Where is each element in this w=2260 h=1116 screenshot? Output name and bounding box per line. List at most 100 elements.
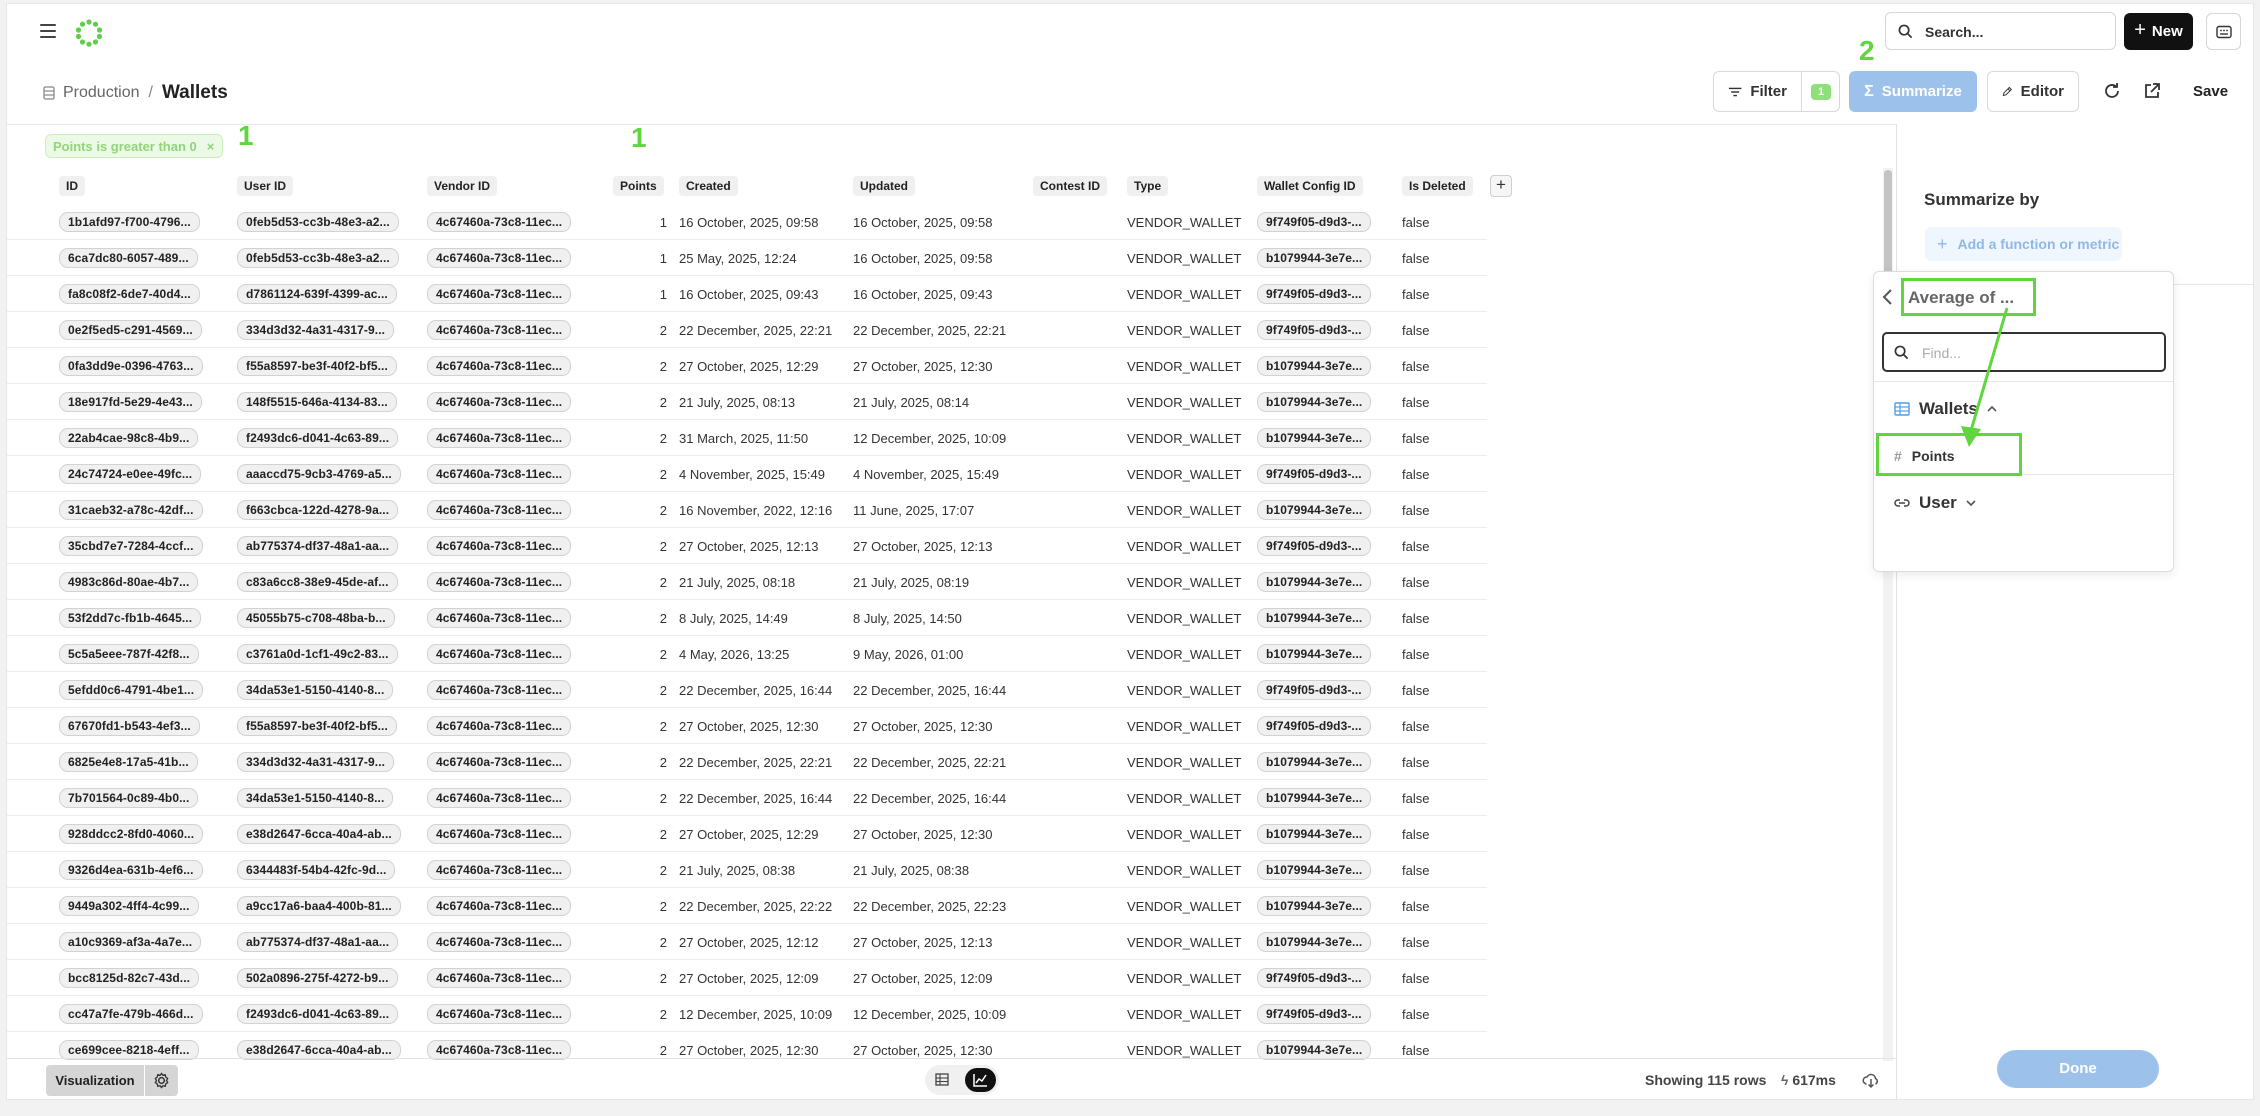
table-cell-id[interactable]: 35cbd7e7-7284-4ccf... xyxy=(59,528,219,564)
table-cell-vendor-id[interactable]: 4c67460a-73c8-11ec... xyxy=(427,780,587,816)
table-cell-user-id[interactable]: f55a8597-be3f-40f2-bf5... xyxy=(237,708,412,744)
table-cell-vendor-id[interactable]: 4c67460a-73c8-11ec... xyxy=(427,420,587,456)
cell-chip[interactable]: 4c67460a-73c8-11ec... xyxy=(427,284,572,304)
table-cell-vendor-id[interactable]: 4c67460a-73c8-11ec... xyxy=(427,852,587,888)
table-cell-user-id[interactable]: 6344483f-54b4-42fc-9d... xyxy=(237,852,412,888)
table-cell-id[interactable]: a10c9369-af3a-4a7e... xyxy=(59,924,219,960)
table-cell-wallet-config-id[interactable]: 9f749f05-d9d3-... xyxy=(1257,276,1392,312)
table-cell-user-id[interactable]: f55a8597-be3f-40f2-bf5... xyxy=(237,348,412,384)
cell-chip[interactable]: 6825e4e8-17a5-41b... xyxy=(59,752,198,772)
table-cell-vendor-id[interactable]: 4c67460a-73c8-11ec... xyxy=(427,312,587,348)
table-row[interactable]: 5c5a5eee-787f-42f8... c3761a0d-1cf1-49c2-… xyxy=(7,636,1487,672)
cell-chip[interactable]: b1079944-3e7e... xyxy=(1257,644,1372,664)
done-button[interactable]: Done xyxy=(1997,1050,2159,1088)
table-cell-id[interactable]: 6ca7dc80-6057-489... xyxy=(59,240,219,276)
refresh-icon[interactable] xyxy=(2100,79,2124,103)
cell-chip[interactable]: 4c67460a-73c8-11ec... xyxy=(427,392,572,412)
cell-chip[interactable]: b1079944-3e7e... xyxy=(1257,392,1372,412)
table-cell-wallet-config-id[interactable]: 9f749f05-d9d3-... xyxy=(1257,456,1392,492)
header-is-deleted[interactable]: Is Deleted xyxy=(1402,168,1482,204)
cell-chip[interactable]: 0feb5d53-cc3b-48e3-a2... xyxy=(237,248,399,268)
cell-chip[interactable]: 4c67460a-73c8-11ec... xyxy=(427,788,572,808)
table-cell-wallet-config-id[interactable]: b1079944-3e7e... xyxy=(1257,240,1392,276)
table-row[interactable]: 24c74724-e0ee-49fc... aaaccd75-9cb3-4769-… xyxy=(7,456,1487,492)
table-cell-id[interactable]: 53f2dd7c-fb1b-4645... xyxy=(59,600,219,636)
table-row[interactable]: 18e917fd-5e29-4e43... 148f5515-646a-4134-… xyxy=(7,384,1487,420)
cell-chip[interactable]: 4c67460a-73c8-11ec... xyxy=(427,500,572,520)
table-cell-id[interactable]: 0fa3dd9e-0396-4763... xyxy=(59,348,219,384)
table-cell-vendor-id[interactable]: 4c67460a-73c8-11ec... xyxy=(427,708,587,744)
table-row[interactable]: cc47a7fe-479b-466d... f2493dc6-d041-4c63-… xyxy=(7,996,1487,1032)
search-input[interactable]: Search... xyxy=(1885,12,2116,50)
table-cell-id[interactable]: 5c5a5eee-787f-42f8... xyxy=(59,636,219,672)
find-input[interactable]: Find... xyxy=(1882,332,2166,372)
cell-chip[interactable]: ab775374-df37-48a1-aa... xyxy=(237,932,399,952)
table-cell-user-id[interactable]: ab775374-df37-48a1-aa... xyxy=(237,528,412,564)
cell-chip[interactable]: 34da53e1-5150-4140-8... xyxy=(237,788,394,808)
table-cell-vendor-id[interactable]: 4c67460a-73c8-11ec... xyxy=(427,924,587,960)
cell-chip[interactable]: 4c67460a-73c8-11ec... xyxy=(427,860,572,880)
table-row[interactable]: 928ddcc2-8fd0-4060... e38d2647-6cca-40a4-… xyxy=(7,816,1487,852)
table-cell-user-id[interactable]: f663cbca-122d-4278-9a... xyxy=(237,492,412,528)
cell-chip[interactable]: f2493dc6-d041-4c63-89... xyxy=(237,1004,399,1024)
cell-chip[interactable]: f55a8597-be3f-40f2-bf5... xyxy=(237,356,397,376)
cell-chip[interactable]: b1079944-3e7e... xyxy=(1257,1040,1372,1060)
table-cell-id[interactable]: fa8c08f2-6de7-40d4... xyxy=(59,276,219,312)
table-cell-wallet-config-id[interactable]: b1079944-3e7e... xyxy=(1257,384,1392,420)
table-cell-wallet-config-id[interactable]: 9f749f05-d9d3-... xyxy=(1257,960,1392,996)
cell-chip[interactable]: d7861124-639f-4399-ac... xyxy=(237,284,397,304)
cell-chip[interactable]: 24c74724-e0ee-49fc... xyxy=(59,464,202,484)
header-wallet-config-id[interactable]: Wallet Config ID xyxy=(1257,168,1392,204)
table-cell-wallet-config-id[interactable]: 9f749f05-d9d3-... xyxy=(1257,204,1392,240)
table-cell-vendor-id[interactable]: 4c67460a-73c8-11ec... xyxy=(427,672,587,708)
chevron-left-icon[interactable] xyxy=(1881,288,1895,306)
table-row[interactable]: bcc8125d-82c7-43d... 502a0896-275f-4272-b… xyxy=(7,960,1487,996)
table-cell-id[interactable]: 5efdd0c6-4791-4be1... xyxy=(59,672,219,708)
view-toggle[interactable] xyxy=(925,1065,999,1095)
table-cell-user-id[interactable]: 502a0896-275f-4272-b9... xyxy=(237,960,412,996)
cell-chip[interactable]: 4c67460a-73c8-11ec... xyxy=(427,572,572,592)
table-cell-user-id[interactable]: 0feb5d53-cc3b-48e3-a2... xyxy=(237,240,412,276)
table-row[interactable]: 4983c86d-80ae-4b7... c83a6cc8-38e9-45de-a… xyxy=(7,564,1487,600)
new-button[interactable]: + New xyxy=(2124,13,2193,50)
page-title[interactable]: Wallets xyxy=(162,82,228,104)
table-cell-user-id[interactable]: 34da53e1-5150-4140-8... xyxy=(237,780,412,816)
table-row[interactable]: 67670fd1-b543-4ef3... f55a8597-be3f-40f2-… xyxy=(7,708,1487,744)
cell-chip[interactable]: 9f749f05-d9d3-... xyxy=(1257,1004,1371,1024)
cell-chip[interactable]: 4c67460a-73c8-11ec... xyxy=(427,1040,572,1060)
cell-chip[interactable]: b1079944-3e7e... xyxy=(1257,788,1372,808)
table-cell-wallet-config-id[interactable]: b1079944-3e7e... xyxy=(1257,744,1392,780)
cell-chip[interactable]: b1079944-3e7e... xyxy=(1257,428,1372,448)
table-cell-user-id[interactable]: f2493dc6-d041-4c63-89... xyxy=(237,996,412,1032)
header-created[interactable]: Created xyxy=(679,168,849,204)
table-cell-wallet-config-id[interactable]: 9f749f05-d9d3-... xyxy=(1257,312,1392,348)
table-row[interactable]: 22ab4cae-98c8-4b9... f2493dc6-d041-4c63-8… xyxy=(7,420,1487,456)
cell-chip[interactable]: 4c67460a-73c8-11ec... xyxy=(427,320,572,340)
cell-chip[interactable]: e38d2647-6cca-40a4-ab... xyxy=(237,824,401,844)
table-cell-vendor-id[interactable]: 4c67460a-73c8-11ec... xyxy=(427,600,587,636)
header-points[interactable]: Points xyxy=(613,168,683,204)
header-user-id[interactable]: User ID xyxy=(237,168,412,204)
cell-chip[interactable]: 4c67460a-73c8-11ec... xyxy=(427,248,572,268)
table-cell-wallet-config-id[interactable]: b1079944-3e7e... xyxy=(1257,348,1392,384)
table-cell-wallet-config-id[interactable]: b1079944-3e7e... xyxy=(1257,888,1392,924)
table-cell-wallet-config-id[interactable]: 9f749f05-d9d3-... xyxy=(1257,672,1392,708)
cell-chip[interactable]: 4c67460a-73c8-11ec... xyxy=(427,680,572,700)
cell-chip[interactable]: 9f749f05-d9d3-... xyxy=(1257,716,1371,736)
logo-icon[interactable] xyxy=(75,19,103,47)
cell-chip[interactable]: b1079944-3e7e... xyxy=(1257,824,1372,844)
table-row[interactable]: 7b701564-0c89-4b0... 34da53e1-5150-4140-8… xyxy=(7,780,1487,816)
cell-chip[interactable]: 35cbd7e7-7284-4ccf... xyxy=(59,536,203,556)
header-vendor-id[interactable]: Vendor ID xyxy=(427,168,587,204)
cell-chip[interactable]: 0fa3dd9e-0396-4763... xyxy=(59,356,203,376)
download-icon[interactable] xyxy=(1862,1071,1880,1089)
table-row[interactable]: 6ca7dc80-6057-489... 0feb5d53-cc3b-48e3-a… xyxy=(7,240,1487,276)
cell-chip[interactable]: a10c9369-af3a-4a7e... xyxy=(59,932,202,952)
cell-chip[interactable]: 4c67460a-73c8-11ec... xyxy=(427,968,572,988)
table-row[interactable]: 0e2f5ed5-c291-4569... 334d3d32-4a31-4317-… xyxy=(7,312,1487,348)
table-cell-user-id[interactable]: 334d3d32-4a31-4317-9... xyxy=(237,744,412,780)
table-cell-user-id[interactable]: 0feb5d53-cc3b-48e3-a2... xyxy=(237,204,412,240)
table-cell-id[interactable]: 6825e4e8-17a5-41b... xyxy=(59,744,219,780)
table-cell-wallet-config-id[interactable]: 9f749f05-d9d3-... xyxy=(1257,708,1392,744)
table-cell-user-id[interactable]: 148f5515-646a-4134-83... xyxy=(237,384,412,420)
